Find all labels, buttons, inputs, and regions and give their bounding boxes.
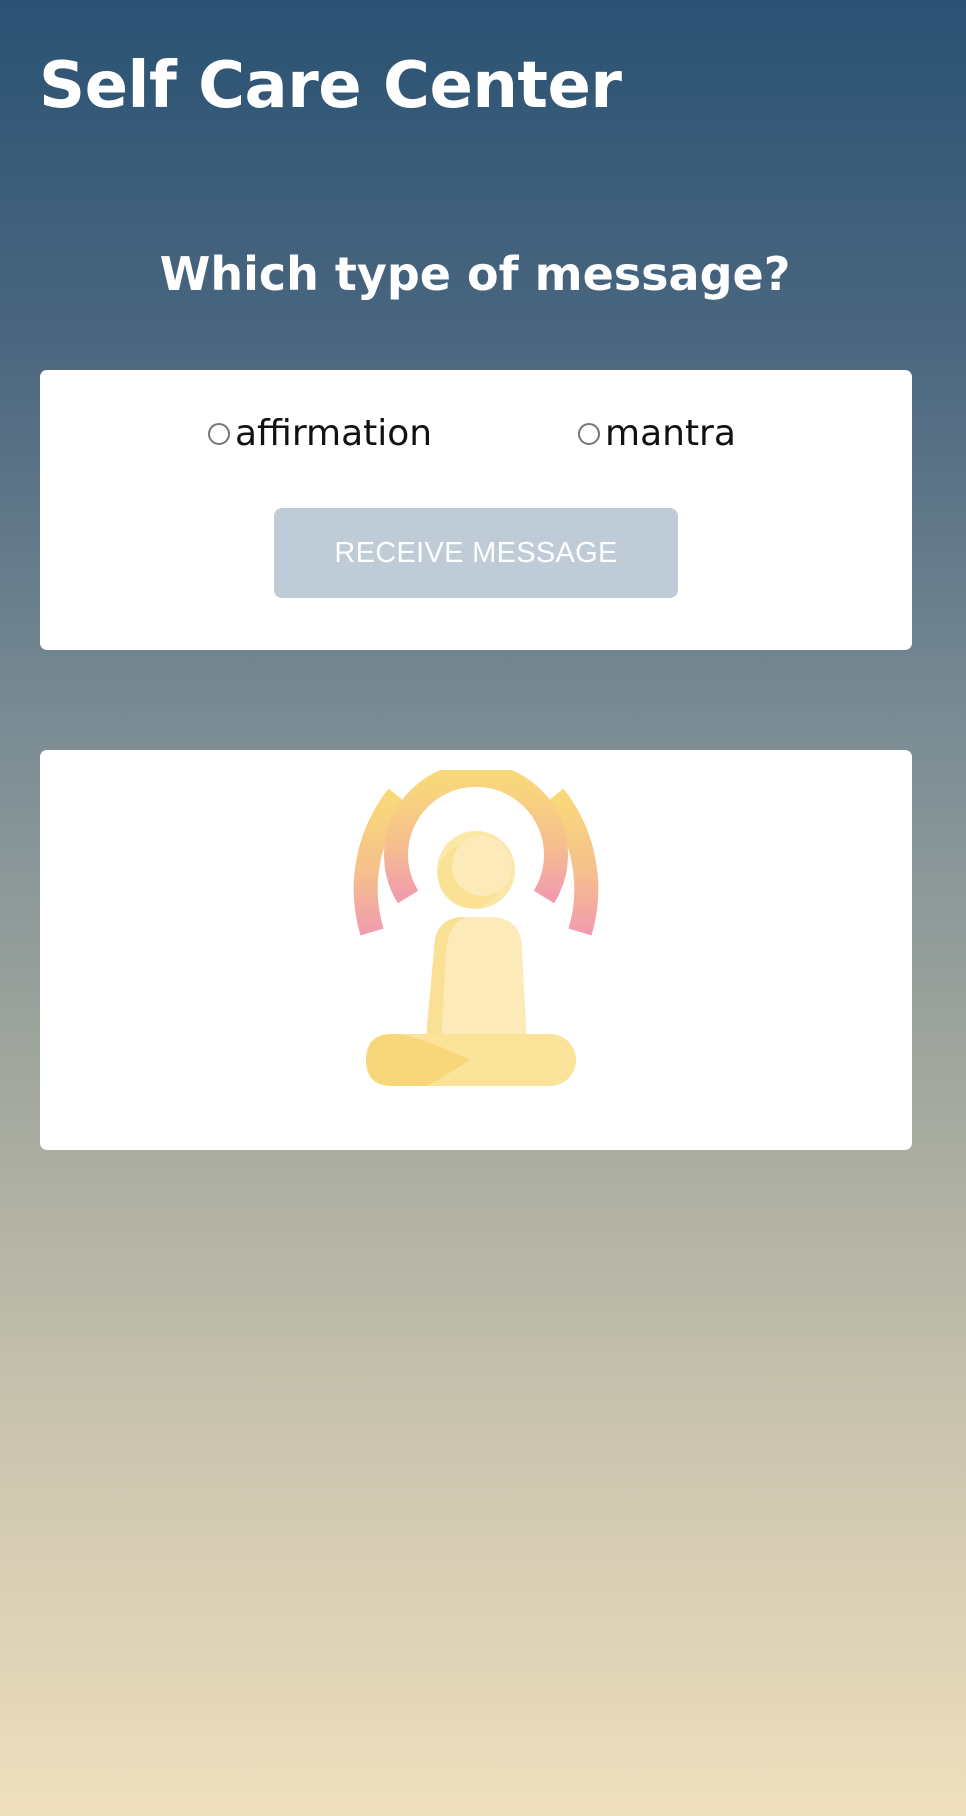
receive-message-button[interactable]: RECEIVE MESSAGE [274,508,678,598]
affirmation-radio[interactable] [208,423,230,445]
app-title: Self Care Center [39,49,622,123]
mantra-radio[interactable] [578,423,600,445]
message-display-card [40,750,912,1150]
meditation-icon [353,770,599,1086]
message-type-form: affirmation mantra RECEIVE MESSAGE [40,370,912,650]
mantra-option[interactable]: mantra [578,408,736,460]
mantra-label: mantra [605,413,736,454]
affirmation-label: affirmation [235,413,433,454]
message-type-question: Which type of message? [159,247,791,301]
affirmation-option[interactable]: affirmation [208,408,432,460]
